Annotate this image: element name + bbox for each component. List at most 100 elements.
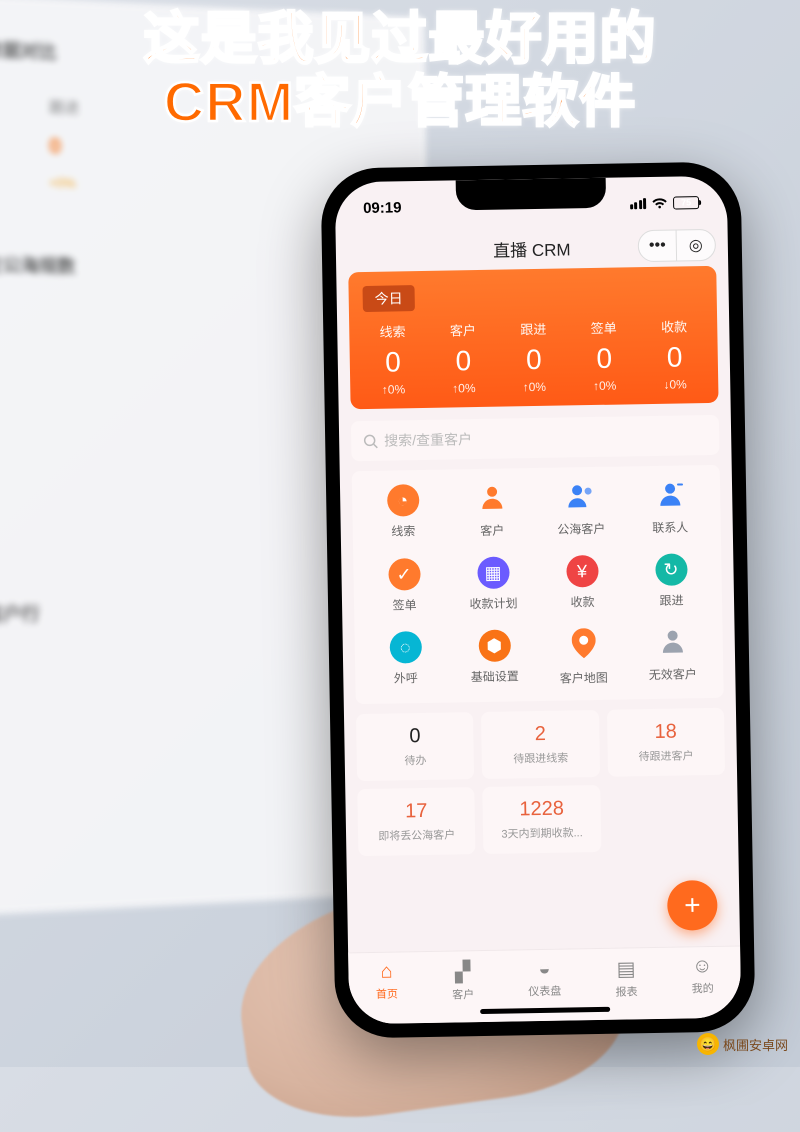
tab-reports[interactable]: ▤ 报表 — [615, 956, 638, 999]
stat-label: 跟进 — [498, 318, 569, 338]
stat-value: 0 — [639, 341, 710, 374]
tab-profile[interactable]: ☺ 我的 — [691, 955, 714, 996]
plus-icon: + — [684, 889, 701, 921]
payment-icon: ¥ — [566, 555, 599, 588]
battery-icon: 75 — [673, 196, 699, 209]
signal-icon — [629, 198, 646, 209]
feature-item-map[interactable]: 客户地图 — [539, 627, 629, 687]
person-icon — [477, 483, 506, 516]
desktop-stat-label: 跟进 — [49, 96, 79, 118]
task-count: 18 — [613, 720, 719, 745]
feature-item-contract[interactable]: ✓ 签单 — [359, 558, 449, 615]
feature-item-settings[interactable]: ⬢ 基础设置 — [450, 629, 540, 689]
feature-item-call[interactable]: ◌ 外呼 — [361, 631, 451, 691]
desktop-section-title: 新增数据对比 — [0, 34, 397, 80]
stat-value: 0 — [428, 345, 499, 378]
task-count: 2 — [487, 722, 593, 747]
profile-icon: ☺ — [692, 955, 713, 978]
search-icon — [363, 433, 378, 448]
customers-icon: ▞ — [455, 959, 471, 984]
feature-label: 线索 — [391, 522, 415, 539]
stat-pct: ↑0% — [358, 382, 429, 397]
stat-value: 0 — [358, 346, 429, 379]
feature-item-payment-plan[interactable]: ▦ 收款计划 — [448, 556, 538, 613]
stat-label: 线索 — [357, 321, 428, 341]
tab-label: 报表 — [615, 983, 637, 999]
tab-label: 客户 — [452, 986, 474, 1002]
wifi-icon — [651, 196, 668, 209]
more-icon[interactable]: ••• — [639, 231, 678, 262]
tab-customers[interactable]: ▞ 客户 — [452, 959, 475, 1002]
stat-label: 客户 — [428, 320, 499, 340]
task-card[interactable]: 0 待办 — [356, 712, 474, 781]
stat-item[interactable]: 收款 0 ↓0% — [639, 316, 711, 392]
task-card[interactable]: 2 待跟进线索 — [481, 710, 599, 779]
task-label: 待办 — [363, 751, 469, 769]
notch — [456, 178, 607, 211]
stat-item[interactable]: 客户 0 ↑0% — [428, 320, 500, 396]
public-customer-icon — [565, 481, 596, 515]
desktop-stat-pct: +0% — [49, 175, 79, 191]
status-time: 09:19 — [363, 199, 402, 217]
contact-icon — [654, 479, 685, 513]
task-card[interactable]: 17 即将丢公海客户 — [357, 787, 475, 856]
stat-value: 0 — [569, 342, 640, 375]
stat-label: 签单 — [568, 317, 639, 337]
app-title: 直播 CRM — [493, 235, 571, 261]
phone-screen: 09:19 75 直播 CRM ••• ◎ 今日 线索 0 ↑0% 客户 0 — [335, 176, 742, 1025]
home-icon: ⌂ — [380, 961, 392, 984]
stat-item[interactable]: 跟进 0 ↑0% — [498, 318, 570, 394]
stethoscope-icon: ◔ — [386, 484, 419, 517]
feature-label: 签单 — [392, 596, 416, 613]
feature-item-person[interactable]: 客户 — [447, 482, 537, 540]
search-input[interactable]: 搜索/查重客户 — [351, 415, 720, 461]
today-stats-card: 今日 线索 0 ↑0% 客户 0 ↑0% 跟进 0 ↑0% 签单 0 ↑0% 收… — [348, 266, 718, 409]
task-count: 17 — [363, 799, 469, 824]
feature-grid: ◔ 线索 客户 公海客户 联系人 ✓ 签单 ▦ 收款计划 ¥ 收款 ↻ 跟进 ◌… — [352, 465, 724, 704]
task-card[interactable]: 18 待跟进客户 — [607, 708, 725, 777]
watermark: 😄 枫圃安卓网 — [697, 1033, 788, 1055]
stat-item[interactable]: 线索 0 ↑0% — [357, 321, 429, 397]
feature-label: 无效客户 — [649, 665, 697, 683]
feature-item-contact[interactable]: 联系人 — [625, 479, 715, 537]
watermark-icon: 😄 — [697, 1033, 719, 1055]
feature-label: 联系人 — [652, 518, 688, 536]
stat-label: 收款 — [639, 316, 710, 336]
stat-item[interactable]: 签单 0 ↑0% — [568, 317, 640, 393]
task-label: 即将丢公海客户 — [364, 826, 470, 844]
feature-item-stethoscope[interactable]: ◔ 线索 — [358, 484, 448, 542]
feature-label: 基础设置 — [471, 667, 519, 685]
tab-label: 首页 — [376, 986, 398, 1002]
miniprogram-actions: ••• ◎ — [638, 229, 717, 262]
feature-label: 跟进 — [659, 591, 683, 608]
watermark-text: 枫圃安卓网 — [723, 1035, 788, 1054]
task-label: 待跟进客户 — [613, 747, 719, 765]
map-icon — [571, 628, 596, 663]
feature-item-invalid-customer[interactable]: 无效客户 — [627, 626, 717, 686]
app-header: 直播 CRM ••• ◎ — [336, 224, 729, 273]
stat-pct: ↑0% — [499, 379, 570, 394]
tab-label: 仪表盘 — [528, 983, 561, 1000]
stat-pct: ↑0% — [569, 378, 640, 393]
feature-label: 收款 — [570, 593, 594, 610]
tab-home[interactable]: ⌂ 首页 — [375, 961, 398, 1002]
task-grid: 0 待办 2 待跟进线索 18 待跟进客户 17 即将丢公海客户 1228 3天… — [356, 708, 726, 856]
desktop-stat-value: 0 — [49, 133, 79, 160]
stat-value: 0 — [498, 343, 569, 376]
payment-plan-icon: ▦ — [477, 557, 510, 590]
feature-item-payment[interactable]: ¥ 收款 — [537, 554, 627, 611]
invalid-customer-icon — [658, 626, 687, 659]
tab-dashboard[interactable]: ◒ 仪表盘 — [528, 958, 562, 1000]
task-label: 3天内到期收款... — [489, 824, 595, 842]
task-card[interactable]: 1228 3天内到期收款... — [483, 785, 601, 854]
dashboard-icon: ◒ — [538, 958, 550, 981]
feature-item-public-customer[interactable]: 公海客户 — [536, 480, 626, 538]
close-icon[interactable]: ◎ — [677, 230, 716, 261]
feature-label: 收款计划 — [469, 594, 517, 612]
stats-period-tab[interactable]: 今日 — [362, 285, 414, 312]
feature-item-followup[interactable]: ↻ 跟进 — [626, 553, 716, 610]
followup-icon: ↻ — [655, 553, 688, 586]
add-fab[interactable]: + — [667, 880, 718, 931]
tab-label: 我的 — [692, 980, 714, 996]
reports-icon: ▤ — [616, 956, 635, 981]
